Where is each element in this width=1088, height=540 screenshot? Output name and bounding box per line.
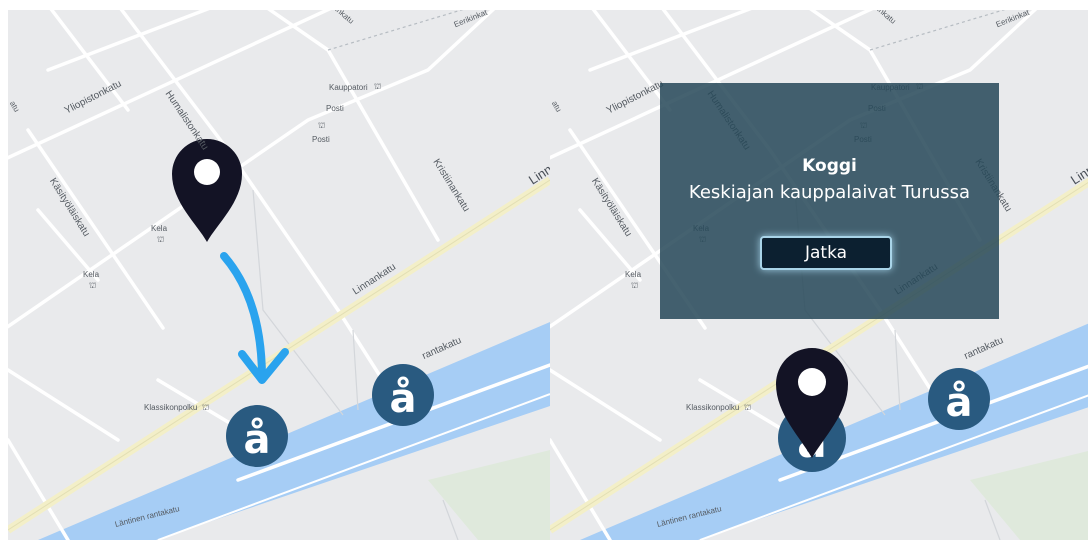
map-panel-after[interactable]: å å Yliopistonkatu Humalistonkatu Käsity… (550, 10, 1088, 540)
attraction-marker-lower-glyph: å (244, 416, 271, 463)
map-panel-before[interactable]: å å Yliopistonkatu Humalistonkatu Käsity… (8, 10, 550, 540)
attraction-marker-upper-glyph: å (946, 379, 973, 426)
attraction-marker-upper-glyph: å (390, 375, 417, 422)
dialog-subtitle: Keskiajan kauppalaivat Turussa (688, 182, 971, 203)
pin-hole (194, 159, 220, 185)
pin-hole (798, 368, 826, 396)
continue-button[interactable]: Jatka (760, 236, 892, 270)
map-canvas[interactable]: å å (8, 10, 550, 540)
dialog-title: Koggi (802, 156, 857, 176)
info-dialog: Koggi Keskiajan kauppalaivat Turussa Jat… (660, 83, 999, 319)
